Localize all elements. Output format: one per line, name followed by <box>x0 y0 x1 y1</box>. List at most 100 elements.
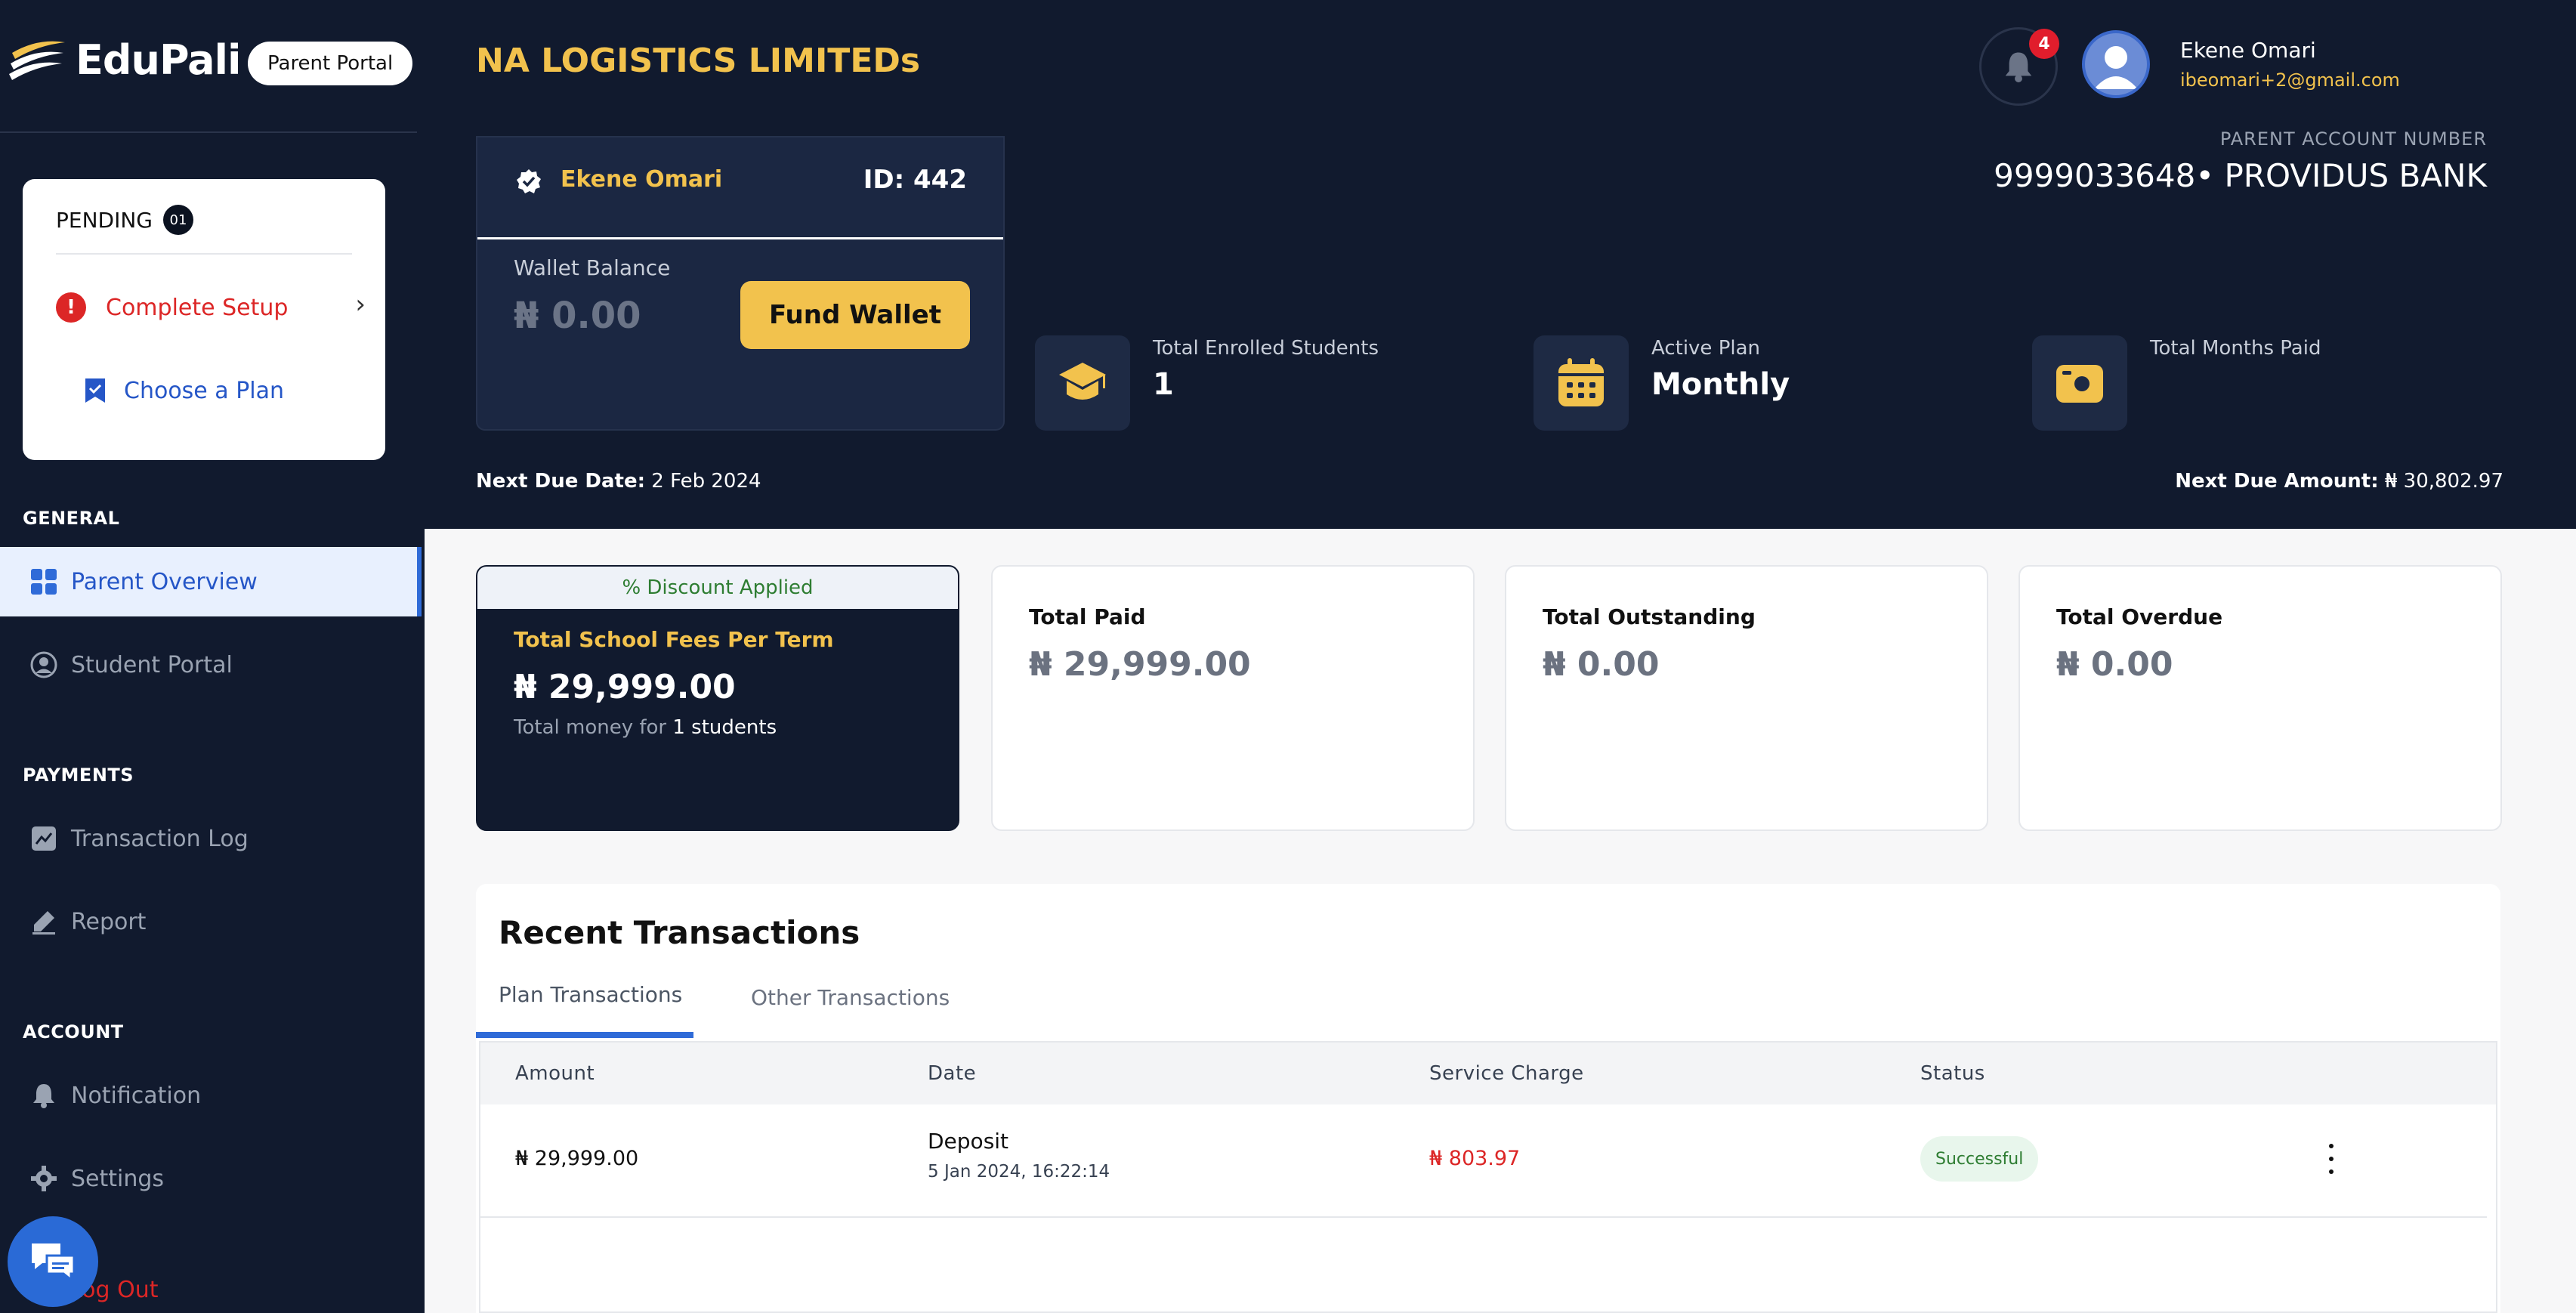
total-outstanding-card: Total Outstanding ₦ 0.00 <box>1505 565 1988 831</box>
table-row[interactable]: ₦ 29,999.00 Deposit 5 Jan 2024, 16:22:14… <box>480 1104 2487 1218</box>
table-header: Amount Date Service Charge Status <box>480 1043 2496 1104</box>
school-fees-sub-value: 1 students <box>672 716 777 739</box>
sidebar-item-label: Transaction Log <box>71 825 249 852</box>
total-paid-card: Total Paid ₦ 29,999.00 <box>991 565 1475 831</box>
next-due-date-value: 2 Feb 2024 <box>651 470 761 493</box>
more-options-icon[interactable] <box>2324 1144 2339 1174</box>
school-fees-amount: ₦ 29,999.00 <box>514 668 736 706</box>
alert-icon: ! <box>56 292 86 323</box>
chart-icon <box>30 825 57 852</box>
sidebar-item-transaction-log[interactable]: Transaction Log <box>0 804 417 873</box>
sidebar-item-label: Notification <box>71 1082 202 1109</box>
pending-divider <box>56 253 352 255</box>
sidebar-item-label: Report <box>71 908 147 935</box>
active-plan-icon-box <box>1534 335 1629 431</box>
tab-plan-transactions[interactable]: Plan Transactions <box>499 982 682 1007</box>
choose-plan-link[interactable]: Choose a Plan <box>83 377 284 404</box>
sidebar-item-settings[interactable]: Settings <box>0 1144 417 1213</box>
chevron-right-icon: › <box>355 289 366 320</box>
sidebar-item-report[interactable]: Report <box>0 887 417 956</box>
total-outstanding-value: ₦ 0.00 <box>1543 645 1660 684</box>
next-due-amount-label: Next Due Amount: <box>2175 470 2379 493</box>
wallet-balance-amount: ₦ 0.00 <box>514 295 641 337</box>
account-number-label: PARENT ACCOUNT NUMBER <box>2219 128 2487 150</box>
verified-badge-icon <box>517 169 541 193</box>
months-paid-icon-box <box>2032 335 2127 431</box>
chat-icon <box>32 1243 76 1283</box>
row-date: 5 Jan 2024, 16:22:14 <box>928 1162 1110 1182</box>
bell-icon <box>30 1082 57 1109</box>
next-due-date-label: Next Due Date: <box>476 470 646 493</box>
school-fees-subtext: Total money for 1 students <box>514 716 777 739</box>
brand-name: EduPali <box>76 36 242 84</box>
total-overdue-value: ₦ 0.00 <box>2056 645 2173 684</box>
active-tab-indicator <box>476 1032 693 1038</box>
user-email: ibeomari+2@gmail.com <box>2180 70 2400 91</box>
wallet-card: Ekene Omari ID: 442 Wallet Balance ₦ 0.0… <box>476 136 1005 431</box>
complete-setup-link[interactable]: ! Complete Setup › <box>56 285 373 330</box>
sidebar-item-label: Student Portal <box>71 651 233 678</box>
recent-transactions-title: Recent Transactions <box>499 914 860 951</box>
pending-count-badge: 01 <box>162 205 193 235</box>
wallet-owner-name: Ekene Omari <box>561 166 723 193</box>
company-name: NA LOGISTICS LIMITEDs <box>476 42 921 80</box>
status-badge: Successful <box>1920 1136 2039 1182</box>
column-service-charge: Service Charge <box>1429 1062 1584 1085</box>
school-fees-label: Total School Fees Per Term <box>514 627 834 652</box>
row-type: Deposit <box>928 1129 1009 1154</box>
wallet-balance-label: Wallet Balance <box>514 255 671 280</box>
calendar-icon <box>1558 358 1604 406</box>
discount-banner: % Discount Applied <box>477 567 958 609</box>
sidebar: EduPali Parent Portal PENDING 01 ! Compl… <box>0 0 425 1313</box>
section-payments: PAYMENTS <box>23 765 134 786</box>
tab-other-transactions[interactable]: Other Transactions <box>751 985 950 1010</box>
enrolled-students-label: Total Enrolled Students <box>1153 337 1379 360</box>
pending-label: PENDING <box>56 207 153 233</box>
active-plan-value: Monthly <box>1651 367 1790 402</box>
row-service-charge: ₦ 803.97 <box>1429 1147 1521 1170</box>
sidebar-item-student-portal[interactable]: Student Portal <box>0 630 417 700</box>
section-general: GENERAL <box>23 508 120 529</box>
sidebar-divider <box>0 131 417 133</box>
total-overdue-title: Total Overdue <box>2056 604 2223 629</box>
graduation-cap-icon <box>1059 363 1106 400</box>
school-fees-card: % Discount Applied Total School Fees Per… <box>476 565 959 831</box>
grid-icon <box>30 568 57 595</box>
complete-setup-label: Complete Setup <box>106 294 289 321</box>
bookmark-check-icon <box>85 378 105 403</box>
gear-icon <box>30 1165 57 1192</box>
months-paid-label: Total Months Paid <box>2150 337 2321 360</box>
enrolled-students-icon-box <box>1035 335 1130 431</box>
user-avatar-icon <box>2094 46 2138 89</box>
sidebar-item-label: Parent Overview <box>71 568 258 595</box>
wallet-id: ID: 442 <box>863 165 967 195</box>
enrolled-students-value: 1 <box>1153 367 1174 402</box>
fund-wallet-button[interactable]: Fund Wallet <box>740 281 970 349</box>
brand-logo[interactable]: EduPali <box>8 36 242 84</box>
section-account: ACCOUNT <box>23 1021 124 1043</box>
column-amount: Amount <box>515 1062 595 1085</box>
bell-icon <box>2005 52 2032 82</box>
wallet-header: Ekene Omari ID: 442 <box>477 137 1003 239</box>
avatar[interactable] <box>2082 30 2150 98</box>
sidebar-item-parent-overview[interactable]: Parent Overview <box>0 547 422 616</box>
school-fees-sub-prefix: Total money for <box>514 716 667 739</box>
total-paid-title: Total Paid <box>1029 604 1146 629</box>
account-number: 9999033648• PROVIDUS BANK <box>1994 157 2487 194</box>
choose-plan-label: Choose a Plan <box>124 377 285 404</box>
pending-title: PENDING 01 <box>56 205 193 235</box>
chat-button[interactable] <box>8 1216 98 1307</box>
row-amount: ₦ 29,999.00 <box>515 1147 639 1170</box>
notification-count-badge: 4 <box>2029 29 2059 59</box>
next-due-amount: Next Due Amount: ₦ 30,802.97 <box>2175 470 2503 493</box>
total-overdue-card: Total Overdue ₦ 0.00 <box>2018 565 2502 831</box>
sidebar-item-notification[interactable]: Notification <box>0 1061 417 1130</box>
wallet-icon <box>2056 365 2103 403</box>
total-outstanding-title: Total Outstanding <box>1543 604 1756 629</box>
sidebar-item-label: Settings <box>71 1165 165 1192</box>
edupali-logo-icon <box>9 41 65 80</box>
active-plan-label: Active Plan <box>1651 337 1761 360</box>
column-date: Date <box>928 1062 977 1085</box>
portal-badge: Parent Portal <box>248 42 413 85</box>
user-circle-icon <box>30 651 57 678</box>
